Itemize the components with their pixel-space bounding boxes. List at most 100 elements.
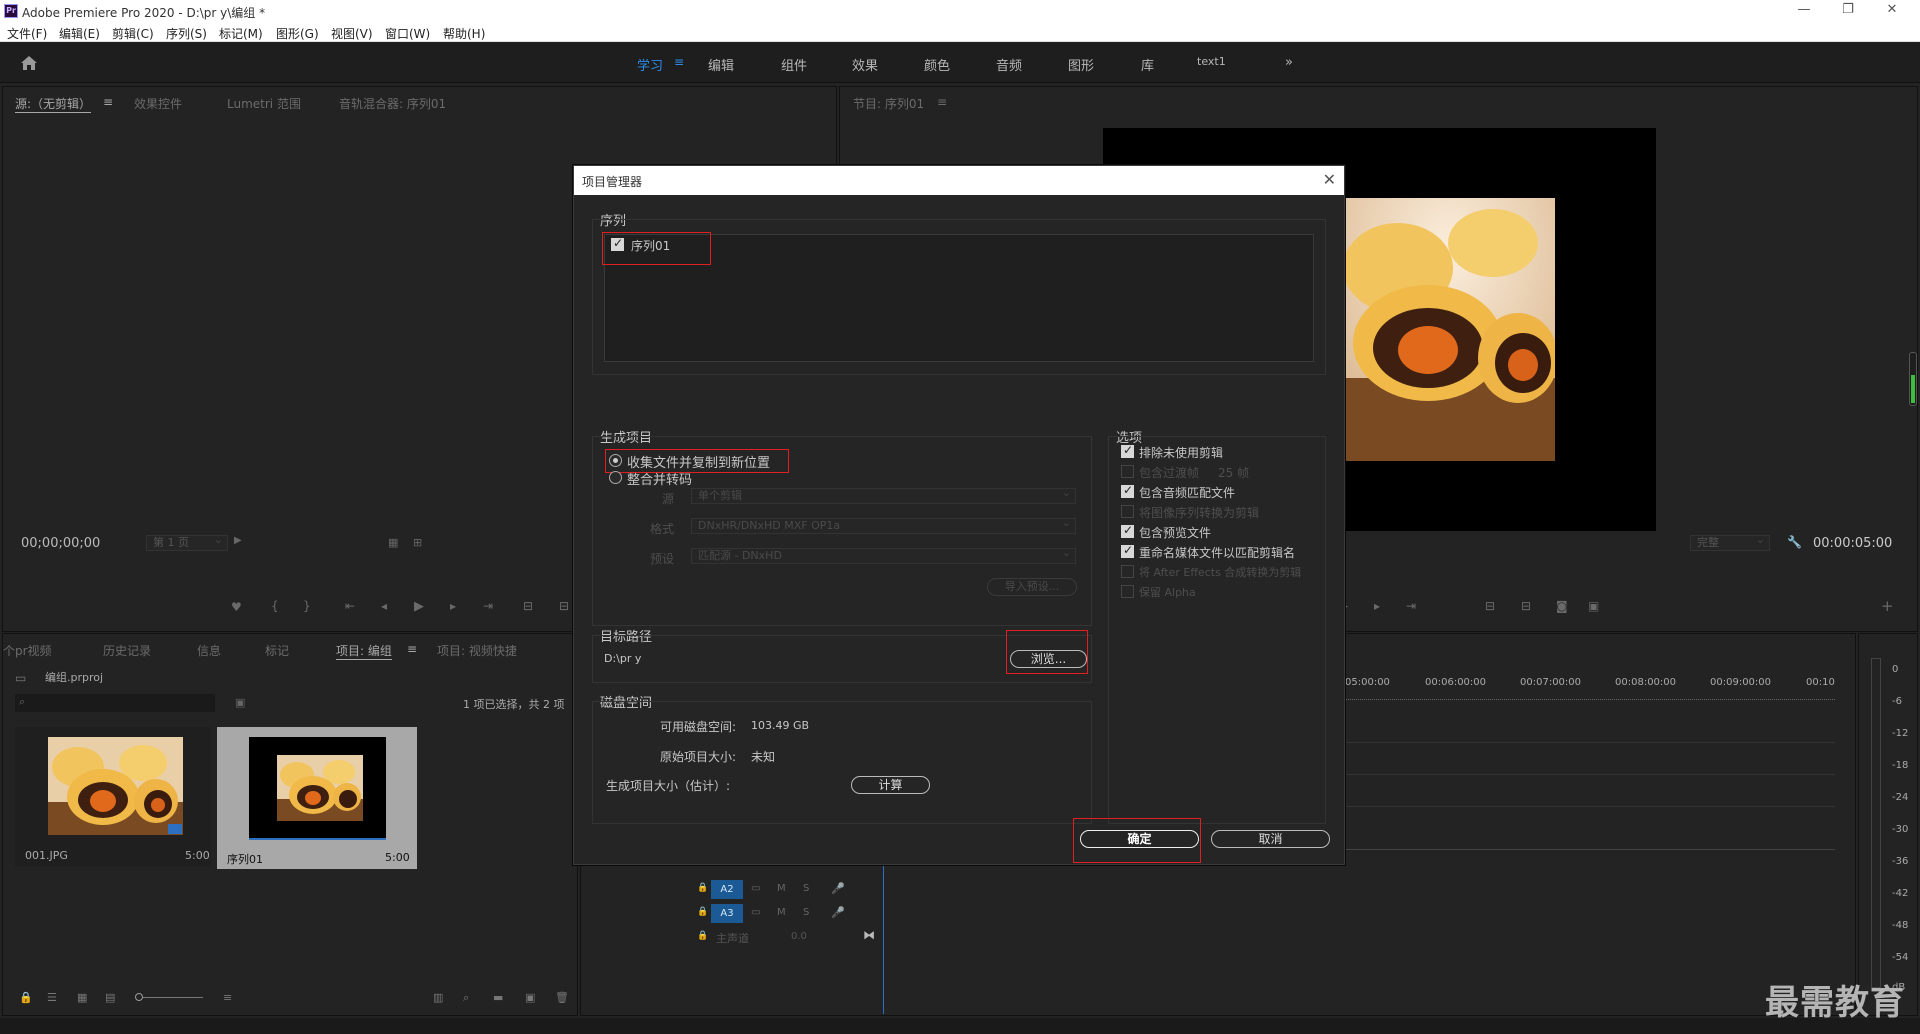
track-a2-mic-icon[interactable]: 🎤: [831, 882, 845, 895]
lock-icon[interactable]: 🔒: [19, 991, 33, 1004]
workspace-tab-graphics[interactable]: 图形: [1068, 55, 1094, 74]
source-page-dropdown[interactable]: 第 1 页: [146, 533, 228, 551]
panel-menu-icon[interactable]: ≡: [103, 95, 113, 109]
tab-source[interactable]: 源:（无剪辑）: [15, 95, 92, 113]
trash-icon[interactable]: 🗑: [555, 991, 569, 1004]
master-track-volume[interactable]: 0.0: [791, 931, 807, 942]
workspace-more-icon[interactable]: »: [1285, 55, 1293, 70]
project-search-input[interactable]: ⌕: [15, 694, 215, 712]
project-item-001jpg[interactable]: 001.JPG 5:00: [15, 727, 211, 867]
new-bin-from-search-icon[interactable]: ▣: [235, 696, 245, 709]
playhead-line[interactable]: [883, 864, 884, 1014]
track-lock-icon[interactable]: 🔒: [697, 883, 708, 893]
overwrite-icon[interactable]: ⊟: [559, 599, 569, 613]
track-lock-icon[interactable]: 🔒: [697, 931, 708, 941]
playback-resolution-dropdown[interactable]: 完整: [1690, 533, 1770, 551]
menu-window[interactable]: 窗口(W): [385, 25, 430, 42]
workspace-tab-color[interactable]: 颜色: [924, 55, 950, 74]
tab-pr-videos[interactable]: 个pr视频: [3, 642, 52, 659]
tab-program[interactable]: 节目: 序列01: [853, 95, 924, 112]
tab-markers[interactable]: 标记: [265, 642, 289, 659]
menu-edit[interactable]: 编辑(E): [59, 25, 100, 42]
wrench-icon[interactable]: 🔧: [1787, 535, 1802, 549]
zoom-slider[interactable]: [135, 993, 203, 1001]
insert-icon[interactable]: ⊟: [523, 599, 533, 613]
freeform-view-icon[interactable]: ▤: [105, 991, 115, 1004]
add-button-icon[interactable]: +: [1881, 597, 1894, 615]
track-a2-solo[interactable]: S: [803, 883, 809, 894]
track-a3-solo[interactable]: S: [803, 907, 809, 918]
new-item-icon[interactable]: ▣: [525, 991, 535, 1004]
automate-to-sequence-icon[interactable]: ▥: [433, 991, 443, 1004]
track-a3-mute[interactable]: M: [777, 907, 786, 918]
source-export-icon[interactable]: ⊞: [413, 536, 422, 549]
option-preview-files-checkbox[interactable]: [1121, 523, 1134, 538]
workspace-menu-icon[interactable]: ≡: [674, 55, 684, 69]
track-a2-mute[interactable]: M: [777, 883, 786, 894]
tab-lumetri-scopes[interactable]: Lumetri 范围: [227, 95, 301, 112]
tab-history[interactable]: 历史记录: [103, 642, 151, 659]
dialog-close-icon[interactable]: ✕: [1323, 170, 1336, 189]
track-a3-button[interactable]: A3: [711, 904, 743, 923]
find-icon[interactable]: ⌕: [463, 991, 469, 1005]
ok-button[interactable]: 确定: [1080, 830, 1199, 848]
option-audio-conform-checkbox[interactable]: [1121, 483, 1134, 498]
close-window-button[interactable]: ✕: [1872, 2, 1912, 20]
mark-out-icon[interactable]: }: [303, 599, 311, 613]
program-go-to-out-icon[interactable]: ⇥: [1406, 599, 1416, 613]
transcode-format-dropdown[interactable]: DNxHR/DNxHD MXF OP1a: [691, 516, 1076, 534]
menu-clip[interactable]: 剪辑(C): [112, 25, 154, 42]
lift-icon[interactable]: ⊟: [1485, 599, 1495, 613]
menu-graphics[interactable]: 图形(G): [276, 25, 319, 42]
sequence-checkbox[interactable]: [611, 236, 624, 251]
program-step-forward-icon[interactable]: ▸: [1374, 599, 1380, 613]
option-ae-comps-checkbox[interactable]: [1121, 565, 1134, 578]
source-timecode[interactable]: 00;00;00;00: [21, 536, 100, 551]
maximize-button[interactable]: ❐: [1828, 2, 1868, 20]
tab-effect-controls[interactable]: 效果控件: [134, 95, 182, 112]
workspace-tab-learn[interactable]: 学习: [637, 55, 663, 74]
track-a3-mic-icon[interactable]: 🎤: [831, 906, 845, 919]
mark-in-icon[interactable]: {: [271, 599, 279, 613]
tab-info[interactable]: 信息: [197, 642, 221, 659]
option-image-sequence-checkbox[interactable]: [1121, 505, 1134, 518]
minimize-button[interactable]: —: [1784, 2, 1824, 20]
cancel-button[interactable]: 取消: [1211, 830, 1330, 848]
tab-project-video-shortcut[interactable]: 项目: 视频快捷: [437, 642, 517, 659]
home-icon[interactable]: [20, 55, 38, 71]
go-to-out-icon[interactable]: ⇥: [483, 599, 493, 613]
go-to-in-icon[interactable]: ⇤: [345, 599, 355, 613]
option-exclude-unused-checkbox[interactable]: [1121, 443, 1134, 458]
option-rename-media-checkbox[interactable]: [1121, 543, 1134, 558]
track-lock-icon[interactable]: 🔒: [697, 907, 708, 917]
new-bin-icon[interactable]: ▬: [493, 991, 503, 1004]
option-handle-frames-value[interactable]: 25 帧: [1218, 464, 1249, 481]
add-marker-icon[interactable]: ♥: [231, 600, 242, 614]
import-preset-button[interactable]: 导入预设...: [987, 578, 1077, 596]
transcode-source-dropdown[interactable]: 单个剪辑: [691, 486, 1076, 504]
play-icon[interactable]: ▶: [414, 599, 424, 614]
menu-sequence[interactable]: 序列(S): [166, 25, 207, 42]
tab-project-edit[interactable]: 项目: 编组: [336, 642, 392, 660]
export-frame-icon[interactable]: ◙: [1556, 599, 1568, 613]
step-back-icon[interactable]: ◂: [381, 599, 387, 613]
menu-marker[interactable]: 标记(M): [219, 25, 263, 42]
workspace-tab-text1[interactable]: text1: [1197, 55, 1226, 68]
source-settings-icon[interactable]: ▦: [388, 536, 398, 549]
menu-view[interactable]: 视图(V): [331, 25, 373, 42]
time-ruler[interactable]: [1345, 694, 1835, 700]
extract-icon[interactable]: ⊟: [1521, 599, 1531, 613]
menu-help[interactable]: 帮助(H): [443, 25, 485, 42]
option-preserve-alpha-checkbox[interactable]: [1121, 585, 1134, 598]
workspace-tab-edit[interactable]: 编辑: [708, 55, 734, 74]
project-menu-icon[interactable]: ≡: [407, 642, 417, 656]
icon-view-icon[interactable]: ▦: [77, 991, 87, 1004]
workspace-tab-assembly[interactable]: 组件: [781, 55, 807, 74]
browse-button[interactable]: 浏览...: [1010, 650, 1087, 668]
workspace-tab-libraries[interactable]: 库: [1141, 55, 1154, 74]
option-handle-frames-checkbox[interactable]: [1121, 465, 1134, 478]
collect-files-radio[interactable]: [609, 454, 622, 467]
consolidate-radio[interactable]: [609, 471, 622, 484]
track-a3-sync-icon[interactable]: ▭: [751, 907, 760, 918]
compare-view-icon[interactable]: ▣: [1588, 599, 1599, 613]
